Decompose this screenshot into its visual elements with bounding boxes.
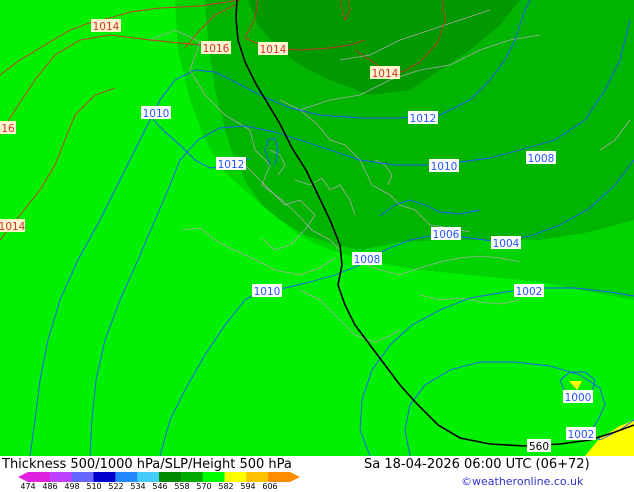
- colorbar-arrow-right: [290, 472, 300, 482]
- thickness-colorbar: [18, 472, 300, 482]
- svg-text:1014: 1014: [0, 221, 26, 233]
- credit-link[interactable]: ©weatheronline.co.uk: [461, 475, 583, 488]
- map-title: Thickness 500/1000 hPa/SLP/Height 500 hP…: [2, 457, 292, 472]
- colorbar-segment: [268, 472, 291, 482]
- colorbar-segment: [71, 472, 94, 482]
- isobar-label-low: 1010: [252, 284, 282, 298]
- height-label: 560: [527, 439, 551, 453]
- svg-text:1004: 1004: [493, 238, 520, 250]
- svg-text:16: 16: [1, 123, 15, 135]
- isobar-label-high: 1014: [91, 19, 121, 33]
- svg-text:1014: 1014: [93, 21, 120, 33]
- svg-text:1002: 1002: [516, 286, 543, 298]
- svg-text:1016: 1016: [203, 43, 230, 55]
- colorbar-arrow-left: [18, 472, 28, 482]
- colorbar-segment: [180, 472, 204, 482]
- svg-text:1012: 1012: [410, 113, 437, 125]
- svg-text:1012: 1012: [218, 159, 245, 171]
- colorbar-segment: [159, 472, 182, 482]
- isobar-label-low: 1010: [141, 106, 171, 120]
- isobar-label-low: 1004: [491, 236, 521, 250]
- isobar-label-low: 1012: [408, 111, 438, 125]
- colorbar-segment: [28, 472, 51, 482]
- isobar-label-low: 1000: [563, 390, 593, 404]
- colorbar-segment: [246, 472, 269, 482]
- isobar-label-high: 16: [0, 121, 16, 135]
- svg-text:1010: 1010: [254, 286, 281, 298]
- isobar-label-low: 1002: [514, 284, 544, 298]
- svg-text:1014: 1014: [372, 68, 399, 80]
- isobar-label-high: 1014: [0, 219, 26, 233]
- valid-time: Sa 18-04-2026 06:00 UTC (06+72): [364, 457, 590, 472]
- svg-text:1002: 1002: [568, 429, 595, 441]
- svg-text:560: 560: [529, 441, 549, 453]
- colorbar-segment: [115, 472, 138, 482]
- colorbar-segment: [224, 472, 247, 482]
- colorbar-segment: [49, 472, 73, 482]
- isobar-label-high: 1016: [201, 41, 231, 55]
- isobar-label-high: 1014: [258, 42, 288, 56]
- colorbar-ticks: 474 486 498 510 522 534 546 558 570 582 594 606: [0, 483, 330, 492]
- svg-text:1006: 1006: [433, 229, 460, 241]
- isobar-label-low: 1012: [216, 157, 246, 171]
- footer-bar: Thickness 500/1000 hPa/SLP/Height 500 hP…: [0, 456, 634, 492]
- isobar-label-low: 1010: [429, 159, 459, 173]
- weather-map: 1014 1016 1014 1014 16 1014 1010 1012 10…: [0, 0, 634, 456]
- isobar-label-low: 1002: [566, 427, 596, 441]
- svg-text:1010: 1010: [431, 161, 458, 173]
- isobar-label-low: 1008: [526, 151, 556, 165]
- svg-text:1010: 1010: [143, 108, 170, 120]
- svg-text:1008: 1008: [528, 153, 555, 165]
- svg-text:1000: 1000: [565, 392, 592, 404]
- isobar-label-high: 1014: [370, 66, 400, 80]
- colorbar-segment: [137, 472, 160, 482]
- colorbar-segment: [93, 472, 116, 482]
- svg-text:1008: 1008: [354, 254, 381, 266]
- isobar-label-low: 1008: [352, 252, 382, 266]
- isobar-label-low: 1006: [431, 227, 461, 241]
- svg-text:1014: 1014: [260, 44, 287, 56]
- colorbar-segment: [202, 472, 225, 482]
